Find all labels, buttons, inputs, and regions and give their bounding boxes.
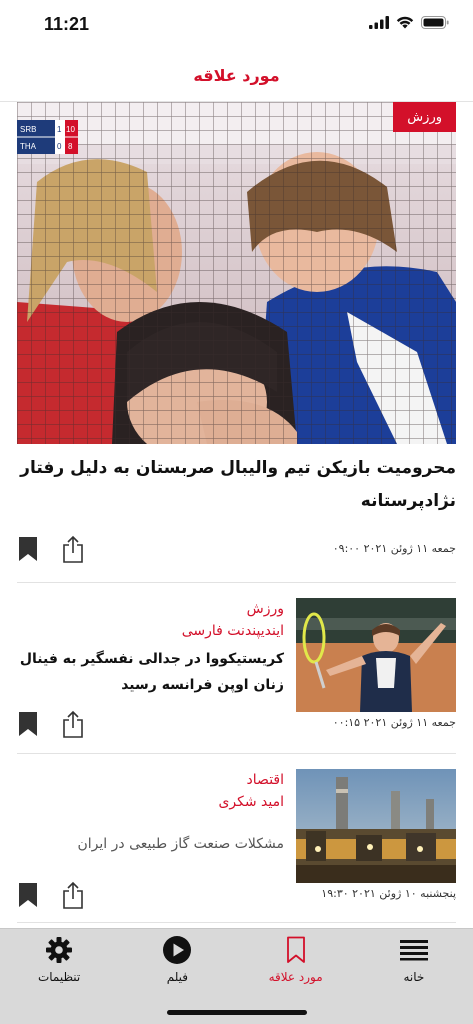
bookmark-icon [286,936,305,963]
share-icon[interactable] [61,881,85,909]
signal-icon [369,16,389,29]
menu-icon [399,940,428,961]
home-indicator [166,1010,307,1015]
team2-sets: 0 [57,142,62,151]
divider [17,753,456,754]
article-actions [17,710,85,738]
wifi-icon [396,16,414,29]
article-author[interactable]: ایندیپندنت فارسی [17,620,284,642]
play-icon [163,936,192,964]
share-icon[interactable] [61,535,85,563]
article-author[interactable]: امید شکری [17,791,284,813]
tab-favorites[interactable]: مورد علاقه [237,929,355,999]
article-actions [17,881,85,909]
volleyball-photo: SRB 1 10 THA 0 8 [17,102,456,444]
tab-label: خانه [403,970,425,984]
scoreboard: SRB 1 10 THA 0 8 [17,120,78,154]
team2-name: THA [20,142,37,151]
featured-title[interactable]: محرومیت بازیکن تیم والیبال صربستان به دل… [17,452,456,518]
divider [17,582,456,583]
featured-image[interactable]: SRB 1 10 THA 0 8 ورزش [17,102,456,444]
article-text[interactable]: اقتصاد امید شکری مشکلات صنعت گاز طبیعی د… [17,769,285,857]
article-title[interactable]: کریستیکووا در جدالی نفسگیر به فینال زنان… [17,646,284,698]
category-badge[interactable]: ورزش [393,102,456,132]
status-bar: 11:21 [0,0,473,50]
article-thumbnail[interactable] [296,598,456,712]
article-title[interactable]: مشکلات صنعت گاز طبیعی در ایران [17,831,285,857]
divider [17,922,456,923]
bookmark-icon[interactable] [17,536,39,562]
team1-sets: 1 [57,125,62,134]
tennis-photo [296,598,456,712]
featured-actions [17,535,85,563]
team1-points: 10 [66,125,75,134]
bookmark-icon[interactable] [17,882,39,908]
status-time: 11:21 [44,14,90,34]
list-item[interactable]: ورزش ایندیپندنت فارسی کریستیکووا در جدال… [17,598,456,746]
team1-name: SRB [20,125,36,134]
tab-bar: تنظیمات فیلم مورد علاقه خانه [0,928,473,1024]
article-category[interactable]: اقتصاد [17,769,284,791]
battery-icon [421,16,449,29]
article-category[interactable]: ورزش [17,598,284,620]
tab-videos[interactable]: فیلم [118,929,236,999]
page-title: مورد علاقه [193,66,280,85]
favorites-list[interactable]: SRB 1 10 THA 0 8 ورزش محرومیت بازیکن تیم… [0,102,473,928]
article-date: جمعه ۱۱ ژوئن ۲۰۲۱ ۰۰:۱۵ [332,716,456,729]
tab-home[interactable]: خانه [355,929,473,999]
status-icons [369,16,449,29]
team2-points: 8 [68,142,73,151]
article-text[interactable]: ورزش ایندیپندنت فارسی کریستیکووا در جدال… [17,598,284,698]
tab-label: فیلم [166,970,189,984]
share-icon[interactable] [61,710,85,738]
article-thumbnail[interactable] [296,769,456,883]
list-item[interactable]: اقتصاد امید شکری مشکلات صنعت گاز طبیعی د… [17,769,456,917]
gear-icon [46,937,73,963]
tab-label: مورد علاقه [268,970,323,984]
featured-date: جمعه ۱۱ ژوئن ۲۰۲۱ ۰۹:۰۰ [332,542,456,555]
article-date: پنجشنبه ۱۰ ژوئن ۲۰۲۱ ۱۹:۳۰ [321,887,456,900]
nav-bar: مورد علاقه [0,50,473,102]
tab-label: تنظیمات [37,970,81,984]
tab-settings[interactable]: تنظیمات [0,929,118,999]
gas-plant-photo [296,769,456,883]
bookmark-icon[interactable] [17,711,39,737]
